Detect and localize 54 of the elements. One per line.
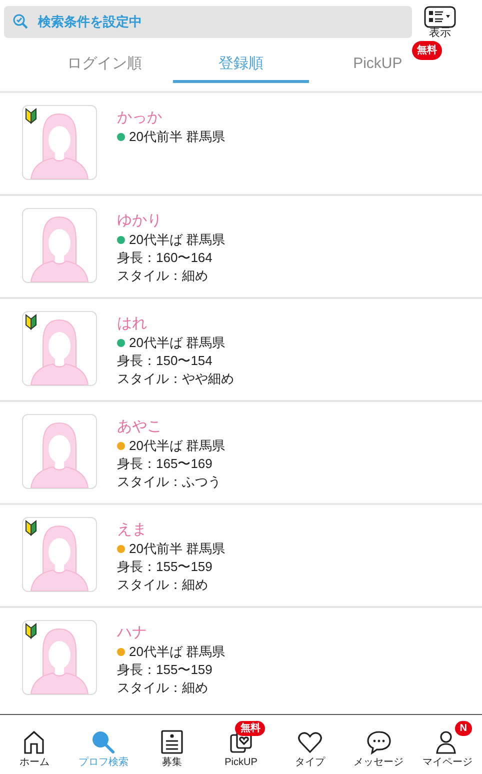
nav-item[interactable]: 募集 [138,720,207,768]
nav-item[interactable]: ホーム [0,720,69,768]
profile-name: ハナ [117,623,148,643]
avatar-frame[interactable] [22,517,97,592]
avatar-frame[interactable] [22,105,97,180]
style-text: スタイル：細め [117,267,209,285]
profile-name: えま [117,520,148,540]
profile-row[interactable]: あやこ 20代半ば 群馬県 身長：165〜169 スタイル：ふつう [0,400,482,503]
avatar-frame[interactable] [22,208,97,283]
height-text: 身長：165〜169 [117,455,214,473]
search-conditions-label: 検索条件を設定中 [38,13,142,32]
profile-name: あやこ [117,417,163,437]
height-text: 身長：150〜154 [117,352,214,370]
beginner-mark-icon [25,314,37,330]
list-view-icon [424,6,456,28]
free-badge: 無料 [412,41,442,60]
profile-name: かっか [117,108,163,128]
height-text: 身長：160〜164 [117,249,214,267]
age-location: 20代半ば 群馬県 [129,334,226,352]
style-text: スタイル：やや細め [117,370,234,388]
age-location: 20代前半 群馬県 [129,540,226,558]
avatar-frame[interactable] [22,414,97,489]
beginner-mark-icon [25,520,37,536]
profile-name: はれ [117,314,148,334]
height-text: 身長：155〜159 [117,661,214,679]
avatar-frame[interactable] [22,620,97,695]
profile-row[interactable]: ゆかり 20代半ば 群馬県 身長：160〜164 スタイル：細め [0,194,482,297]
nav-item[interactable]: 無料 PickUP [206,720,276,768]
beginner-mark-icon [25,623,37,639]
search-icon [90,728,116,754]
nav-badge: N [454,720,472,736]
nav-item[interactable]: N マイページ [413,720,482,768]
beginner-mark-icon [25,108,37,124]
profile-row[interactable]: えま 20代前半 群馬県 身長：155〜159 スタイル：細め [0,503,482,606]
display-toggle-button[interactable]: 表示 [424,6,456,39]
nav-badge: 無料 [235,720,266,736]
notice-board-icon [159,728,186,754]
profile-row[interactable]: ハナ 20代半ば 群馬県 身長：155〜159 スタイル：細め [0,606,482,709]
profile-row[interactable]: かっか 20代前半 群馬県 [0,91,482,194]
nav-item[interactable]: タイプ [275,720,344,768]
avatar-frame[interactable] [22,311,97,386]
age-location: 20代半ば 群馬県 [129,231,226,249]
style-text: スタイル：細め [117,679,209,697]
style-text: スタイル：ふつう [117,473,222,491]
age-location: 20代半ば 群馬県 [129,437,226,455]
height-text: 身長：155〜159 [117,558,214,576]
speech-bubble-icon [366,728,392,754]
profile-name: ゆかり [117,211,163,231]
age-location: 20代半ば 群馬県 [129,643,226,661]
age-location: 20代前半 群馬県 [129,128,226,146]
style-text: スタイル：細め [117,576,209,594]
nav-item[interactable]: メッセージ [344,720,414,768]
profile-row[interactable]: はれ 20代半ば 群馬県 身長：150〜154 スタイル：やや細め [0,297,482,400]
search-check-icon [12,13,30,31]
